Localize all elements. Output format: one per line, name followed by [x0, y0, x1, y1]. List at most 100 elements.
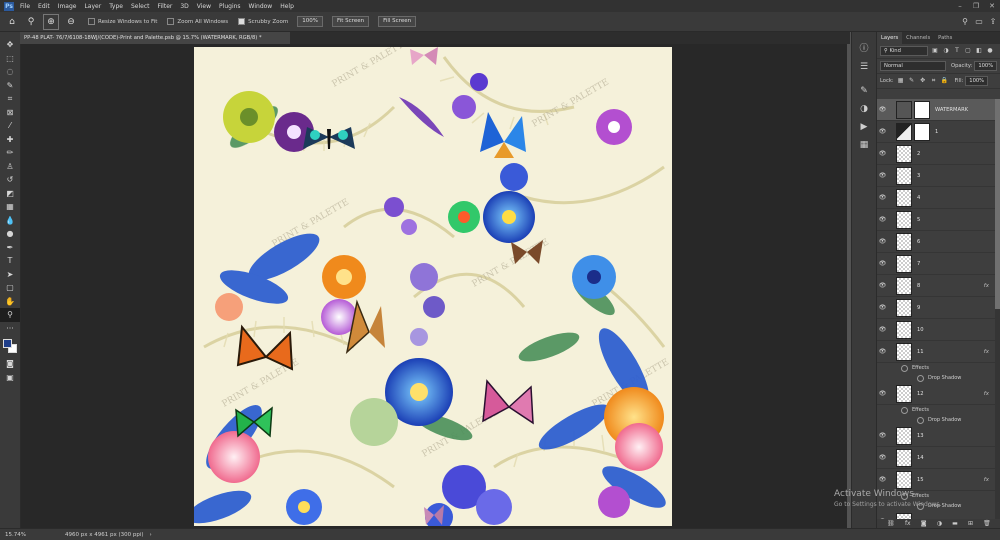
fill-input[interactable]: 100% [965, 76, 989, 86]
path-selection-tool-icon[interactable]: ➤ [0, 268, 20, 282]
filter-toggle-icon[interactable]: ● [986, 47, 994, 55]
blend-mode-dropdown[interactable]: Normal [880, 61, 946, 71]
layer-row[interactable]: 👁 9 [877, 297, 995, 319]
eye-icon[interactable]: 👁 [877, 216, 888, 223]
layer-mask-thumbnail[interactable] [914, 122, 930, 141]
layer-row[interactable]: 👁 WATERMARK [877, 99, 995, 121]
kind-filter-dropdown[interactable]: ⚲ Kind [880, 46, 928, 56]
properties-icon[interactable]: ☰ [852, 58, 876, 76]
type-tool-icon[interactable]: T [0, 254, 20, 268]
lasso-tool-icon[interactable]: ◌ [0, 65, 20, 79]
zoom-all-checkbox[interactable]: Zoom All Windows [167, 18, 228, 25]
fill-screen-button[interactable]: Fill Screen [378, 16, 417, 27]
move-tool-icon[interactable]: ✥ [0, 38, 20, 52]
eye-icon[interactable]: 👁 [877, 476, 888, 483]
fx-icon[interactable]: fx [984, 283, 989, 289]
layer-row[interactable]: 👁16 [877, 511, 995, 519]
clone-stamp-tool-icon[interactable]: ♙ [0, 160, 20, 174]
layer-row[interactable]: 👁 5 [877, 209, 995, 231]
eye-icon[interactable]: 👁 [877, 326, 888, 333]
lock-pixels-icon[interactable]: ✎ [908, 77, 916, 85]
adjustments-icon[interactable]: ◑ [852, 100, 876, 118]
lock-position-icon[interactable]: ✥ [919, 77, 927, 85]
link-layers-icon[interactable]: ⛓ [887, 520, 895, 527]
zoom-tool-preset-icon[interactable]: ⚲ [24, 15, 38, 29]
quick-mask-icon[interactable]: ◙ [0, 357, 20, 371]
more-tools-icon[interactable]: ··· [0, 322, 20, 336]
layer-row[interactable]: 👁 6 [877, 231, 995, 253]
eye-icon[interactable]: 👁 [877, 128, 888, 135]
tab-channels[interactable]: Channels [902, 32, 934, 44]
share-icon[interactable]: ⇪ [986, 17, 1000, 26]
info-icon[interactable]: ⓘ [852, 40, 876, 58]
history-brush-tool-icon[interactable]: ↺ [0, 173, 20, 187]
menu-view[interactable]: View [197, 3, 211, 10]
shape-tool-icon[interactable]: ▢ [0, 281, 20, 295]
gradient-tool-icon[interactable]: ▦ [0, 200, 20, 214]
eye-icon[interactable]: 👁 [877, 432, 888, 439]
effects-row[interactable]: Effects [877, 363, 995, 373]
shape-filter-icon[interactable]: ▢ [964, 47, 972, 55]
document-canvas[interactable]: PRINT & PALETTE PRINT & PALETTE PRINT & … [194, 47, 672, 526]
actions-play-icon[interactable]: ▶ [852, 118, 876, 136]
fit-screen-button[interactable]: Fit Screen [331, 16, 370, 27]
effects-row[interactable]: Effects [877, 405, 995, 415]
history-icon[interactable]: ▦ [852, 136, 876, 154]
dodge-tool-icon[interactable]: ● [0, 227, 20, 241]
brush-tool-icon[interactable]: ✏ [0, 146, 20, 160]
layer-row[interactable]: 👁 14 [877, 447, 995, 469]
crop-tool-icon[interactable]: ⌗ [0, 92, 20, 106]
pixel-filter-icon[interactable]: ▣ [931, 47, 939, 55]
type-filter-icon[interactable]: T [953, 47, 961, 55]
menu-file[interactable]: File [20, 3, 30, 10]
pen-tool-icon[interactable]: ✒ [0, 241, 20, 255]
menu-3d[interactable]: 3D [180, 3, 188, 10]
eye-icon[interactable]: 👁 [877, 390, 888, 397]
eye-icon[interactable] [917, 416, 924, 424]
zoom-in-icon[interactable]: ⊕ [43, 13, 59, 30]
fx-icon[interactable]: fx [984, 391, 989, 397]
delete-layer-icon[interactable]: 🗑 [983, 520, 991, 527]
fx-icon[interactable]: fx [984, 477, 989, 483]
scrollbar-thumb[interactable] [995, 99, 1000, 309]
layer-row[interactable]: 👁 7 [877, 253, 995, 275]
eraser-tool-icon[interactable]: ◩ [0, 187, 20, 201]
screen-mode-icon[interactable]: ▣ [0, 371, 20, 385]
healing-brush-tool-icon[interactable]: ✚ [0, 133, 20, 147]
brush-settings-icon[interactable]: ✎ [852, 82, 876, 100]
home-icon[interactable]: ⌂ [5, 15, 19, 29]
eye-icon[interactable]: 👁 [877, 106, 888, 113]
group-icon[interactable]: ▬ [952, 520, 958, 527]
zoom-100-button[interactable]: 100% [297, 16, 323, 27]
menu-type[interactable]: Type [109, 3, 123, 10]
drop-shadow-row[interactable]: Drop Shadow [877, 373, 995, 383]
eye-icon[interactable]: 👁 [877, 172, 888, 179]
layer-mask-thumbnail[interactable] [914, 100, 930, 119]
document-info[interactable]: 4960 px x 4961 px (300 ppi) [65, 532, 144, 538]
fx-icon[interactable]: fx [984, 349, 989, 355]
eye-icon[interactable] [901, 406, 908, 414]
close-icon[interactable]: ✕ [984, 2, 1000, 10]
menu-filter[interactable]: Filter [158, 3, 173, 10]
hand-tool-icon[interactable]: ✋ [0, 295, 20, 309]
layer-row[interactable]: 👁 13 [877, 425, 995, 447]
opacity-input[interactable]: 100% [974, 61, 998, 71]
add-mask-icon[interactable]: ◙ [921, 520, 927, 527]
resize-windows-checkbox[interactable]: Resize Windows to Fit [88, 18, 157, 25]
layer-row[interactable]: 👁 2 [877, 143, 995, 165]
adjustment-filter-icon[interactable]: ◑ [942, 47, 950, 55]
layer-row[interactable]: 👁 12 fx [877, 383, 995, 405]
zoom-level[interactable]: 15.74% [5, 532, 35, 538]
tab-layers[interactable]: Layers [877, 32, 903, 44]
menu-plugins[interactable]: Plugins [219, 3, 241, 10]
menu-window[interactable]: Window [249, 3, 273, 10]
add-style-icon[interactable]: fx [905, 520, 911, 527]
new-layer-icon[interactable]: ⊞ [968, 520, 973, 527]
menu-select[interactable]: Select [131, 3, 150, 10]
restore-icon[interactable]: ❐ [968, 2, 984, 10]
adjustment-layer-icon[interactable]: ◑ [937, 520, 942, 527]
color-swatches[interactable] [0, 335, 20, 357]
zoom-tool-icon[interactable]: ⚲ [0, 308, 20, 322]
lock-artboard-icon[interactable]: ⌗ [930, 77, 938, 85]
menu-image[interactable]: Image [58, 3, 77, 10]
